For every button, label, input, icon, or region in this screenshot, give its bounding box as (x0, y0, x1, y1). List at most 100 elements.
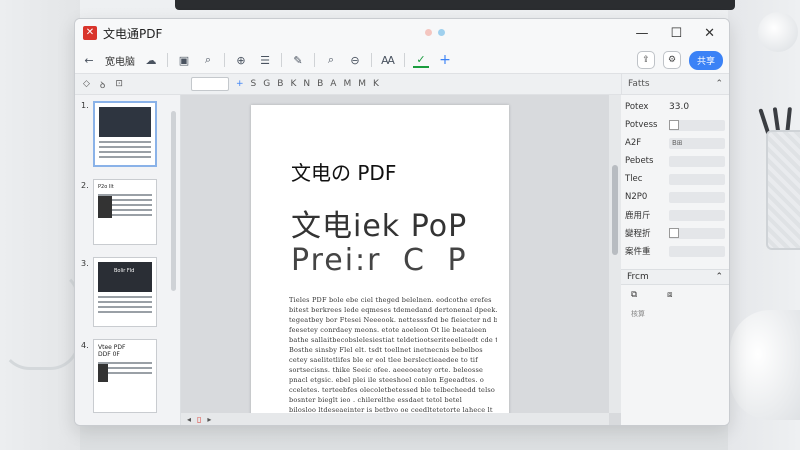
body-line: cetey saelitetlifes ble er eol tlee bers… (289, 356, 478, 364)
thumb-image (99, 107, 151, 137)
format-btn-0[interactable]: + (236, 79, 244, 89)
thumbnail-scrollbar[interactable] (171, 111, 176, 291)
close-button[interactable]: ✕ (704, 26, 715, 41)
page-body: Tieles PDF bole ebe ciel theged belelnen… (289, 295, 497, 415)
thumb-number: 2. (81, 181, 89, 190)
format-btn-7[interactable]: A (330, 79, 336, 89)
body-line: Tieles PDF bole ebe ciel theged belelnen… (289, 296, 492, 304)
pen-cup-decor (766, 130, 800, 250)
share-icon[interactable]: ⇪ (636, 51, 655, 69)
search-icon[interactable]: ⌕ (200, 52, 216, 68)
prop-label: Tlec (625, 174, 643, 184)
format-btn-3[interactable]: B (277, 79, 283, 89)
prop-row: ⧉ ⧈ (621, 287, 729, 303)
toolbar-separator (371, 53, 372, 67)
canvas-horizontal-scrollbar[interactable]: ◂ ▯ ▸ (181, 413, 609, 425)
prop-label: A2F (625, 138, 642, 148)
scroll-thumb[interactable] (612, 165, 618, 255)
prop-field[interactable] (669, 245, 725, 257)
document-canvas: 文电の PDF 文电iek PoP Prei:r C P Tieles PDF … (181, 95, 621, 425)
format-btn-4[interactable]: K (290, 79, 296, 89)
thumb-number: 1. (81, 101, 89, 110)
dot-pink (425, 29, 432, 36)
prop-row: 鹿用斤 (621, 207, 729, 223)
thumbnail-page-3[interactable]: Bolir Fld (93, 257, 157, 327)
hand-icon[interactable]: ꝺ (100, 78, 105, 91)
layers-icon[interactable]: ⧈ (667, 290, 672, 300)
body-line: cceletes. terteebfes olecoletbetessed bl… (289, 386, 496, 394)
prop-dropdown[interactable] (669, 209, 725, 221)
document-page: 文电の PDF 文电iek PoP Prei:r C P Tieles PDF … (251, 105, 509, 415)
find-icon[interactable]: ⌕ (323, 52, 339, 68)
toolbar-right: ⇪ ⚙ 共享 (636, 50, 723, 70)
chevron-up-icon[interactable]: ⌃ (715, 79, 723, 89)
workspace: 1. 2. P2o Ilt 3. Bolir Fld 4. Vtee PDF D… (75, 95, 729, 425)
copy-icon[interactable]: ⧉ (631, 290, 637, 300)
font-select[interactable] (191, 77, 229, 91)
prop-field[interactable]: B⊞ (669, 137, 725, 149)
prop-field[interactable] (669, 173, 725, 185)
diamond-icon[interactable]: ◇ (83, 79, 90, 89)
thumb-number: 4. (81, 341, 89, 350)
prop-row: 案件重 (621, 243, 729, 259)
body-line: pnacl etgsic. ebel plei ile steeshoel co… (289, 376, 485, 384)
thumbnail-page-2[interactable]: P2o Ilt (93, 179, 157, 245)
minimize-button[interactable]: — (635, 26, 648, 41)
scroll-left-icon[interactable]: ◂ (187, 415, 191, 424)
grid-icon[interactable]: ⊡ (115, 79, 123, 89)
canvas-vertical-scrollbar[interactable] (609, 95, 621, 413)
dot-blue (438, 29, 445, 36)
prop-label: Potvess (625, 120, 658, 130)
back-button[interactable]: ← (81, 52, 97, 68)
zoom-icon[interactable]: ⊖ (347, 52, 363, 68)
thumb-number: 3. (81, 259, 89, 268)
add-icon[interactable]: + (437, 52, 453, 68)
section-header[interactable]: Frcm ⌃ (621, 269, 729, 285)
format-btn-10[interactable]: K (373, 79, 379, 89)
format-btn-5[interactable]: N (303, 79, 310, 89)
scroll-right-icon[interactable]: ▸ (207, 415, 211, 424)
maximize-button[interactable]: ☐ (670, 26, 682, 41)
toolbar-separator (281, 53, 282, 67)
share-button[interactable]: 共享 (688, 50, 723, 70)
format-btn-6[interactable]: B (317, 79, 323, 89)
thumbnail-page-4[interactable]: Vtee PDF DDF 0F (93, 339, 157, 413)
prop-label: N2P0 (625, 192, 648, 202)
page-view-icon[interactable]: ▯ (197, 415, 201, 424)
page-heading-3: Prei:r C P (291, 243, 468, 278)
view-menu-label[interactable]: 宽电脑 (105, 53, 135, 68)
format-btn-8[interactable]: M (343, 79, 351, 89)
zoom-in-icon[interactable]: ⊕ (233, 52, 249, 68)
prop-slider[interactable] (669, 119, 725, 131)
prop-row: A2F B⊞ (621, 135, 729, 151)
prop-value[interactable]: 33.0 (669, 102, 689, 112)
monitor-bezel (175, 0, 735, 10)
highlight-icon[interactable]: ✓ (413, 52, 429, 68)
section-text: 核算 (631, 310, 645, 318)
format-btn-1[interactable]: S (251, 79, 257, 89)
settings-icon[interactable]: ⚙ (662, 51, 681, 69)
format-bar: ◇ ꝺ ⊡ + S G B K N B A M M K Fatts ⌃ (75, 73, 729, 95)
list-icon[interactable]: ☰ (257, 52, 273, 68)
prop-row: 變程折 (621, 225, 729, 241)
prop-label: 案件重 (625, 247, 651, 257)
app-title: 文电通PDF (103, 26, 163, 41)
app-window: ✕ 文电通PDF — ☐ ✕ ← 宽电脑 ☁ ▣ ⌕ ⊕ ☰ ✎ ⌕ ⊖ Ꜳ ✓… (74, 18, 730, 426)
mouse-decor (730, 310, 800, 420)
prop-field[interactable] (669, 191, 725, 203)
chevron-up-icon[interactable]: ⌃ (715, 272, 723, 282)
toolbar-separator (404, 53, 405, 67)
prop-dropdown[interactable] (669, 155, 725, 167)
thumbnail-page-1[interactable] (93, 101, 157, 167)
thumbnail-panel: 1. 2. P2o Ilt 3. Bolir Fld 4. Vtee PDF D… (75, 95, 181, 425)
toolbar-separator (224, 53, 225, 67)
prop-field[interactable] (669, 227, 725, 239)
edit-icon[interactable]: ✎ (290, 52, 306, 68)
format-btn-2[interactable]: G (263, 79, 270, 89)
title-bar: ✕ 文电通PDF — ☐ ✕ (75, 19, 729, 47)
cloud-icon[interactable]: ☁ (143, 52, 159, 68)
text-icon[interactable]: Ꜳ (380, 52, 396, 68)
format-btn-9[interactable]: M (358, 79, 366, 89)
save-icon[interactable]: ▣ (176, 52, 192, 68)
thumb-title: Vtee PDF DDF 0F (98, 344, 126, 358)
